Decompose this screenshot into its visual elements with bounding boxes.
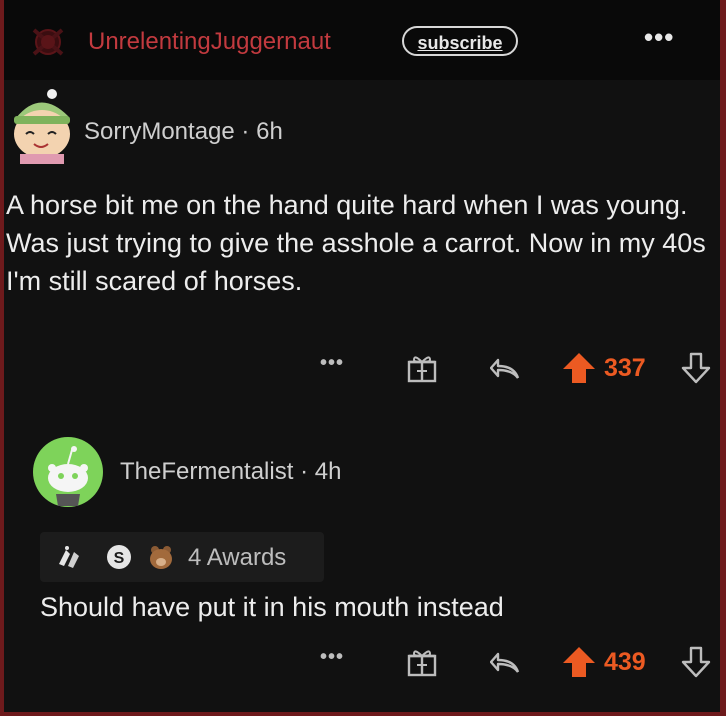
meta-separator: · — [300, 458, 309, 485]
award-silver-icon: S — [107, 545, 131, 569]
score: 337 — [604, 354, 646, 382]
avatar[interactable] — [6, 88, 76, 164]
svg-text:S: S — [114, 550, 125, 567]
upvote-icon[interactable] — [562, 646, 596, 678]
more-options-icon[interactable]: ••• — [320, 352, 344, 375]
comment-time: 6h — [256, 118, 283, 145]
award-hands-icon — [59, 546, 79, 568]
subreddit-name[interactable]: UnrelentingJuggernaut — [88, 28, 331, 56]
subscribe-button[interactable]: subscribe — [402, 26, 518, 56]
comment-body: A horse bit me on the hand quite hard wh… — [6, 190, 706, 296]
avatar[interactable] — [32, 436, 104, 508]
more-options-icon[interactable]: ••• — [320, 646, 344, 669]
gift-icon[interactable] — [406, 352, 438, 384]
awards-badge[interactable]: S 4 Awards — [40, 532, 324, 582]
comment-meta: SorryMontage · 6h — [84, 118, 283, 146]
score: 439 — [604, 648, 646, 676]
comment-meta: TheFermentalist · 4h — [120, 458, 341, 486]
gift-icon[interactable] — [406, 646, 438, 678]
meta-separator: · — [241, 118, 250, 145]
author-name[interactable]: TheFermentalist — [120, 458, 293, 485]
more-options-icon[interactable]: ••• — [644, 22, 674, 53]
awards-count: 4 Awards — [188, 544, 287, 571]
reddit-comment-screen: UnrelentingJuggernaut subscribe ••• Sorr… — [4, 0, 720, 712]
subreddit-icon[interactable] — [28, 22, 68, 62]
comment-body: Should have put it in his mouth instead — [40, 592, 504, 622]
award-bear-icon — [150, 546, 172, 569]
reply-icon[interactable] — [490, 650, 520, 676]
downvote-icon[interactable] — [680, 352, 712, 384]
subreddit-header: UnrelentingJuggernaut subscribe ••• — [4, 0, 720, 80]
reply-icon[interactable] — [490, 356, 520, 382]
comment-time: 4h — [314, 458, 342, 485]
comment-actions: ••• 439 — [4, 646, 720, 686]
comment-actions: ••• 337 — [4, 352, 720, 392]
downvote-icon[interactable] — [680, 646, 712, 678]
author-name[interactable]: SorryMontage — [84, 118, 235, 145]
upvote-icon[interactable] — [562, 352, 596, 384]
